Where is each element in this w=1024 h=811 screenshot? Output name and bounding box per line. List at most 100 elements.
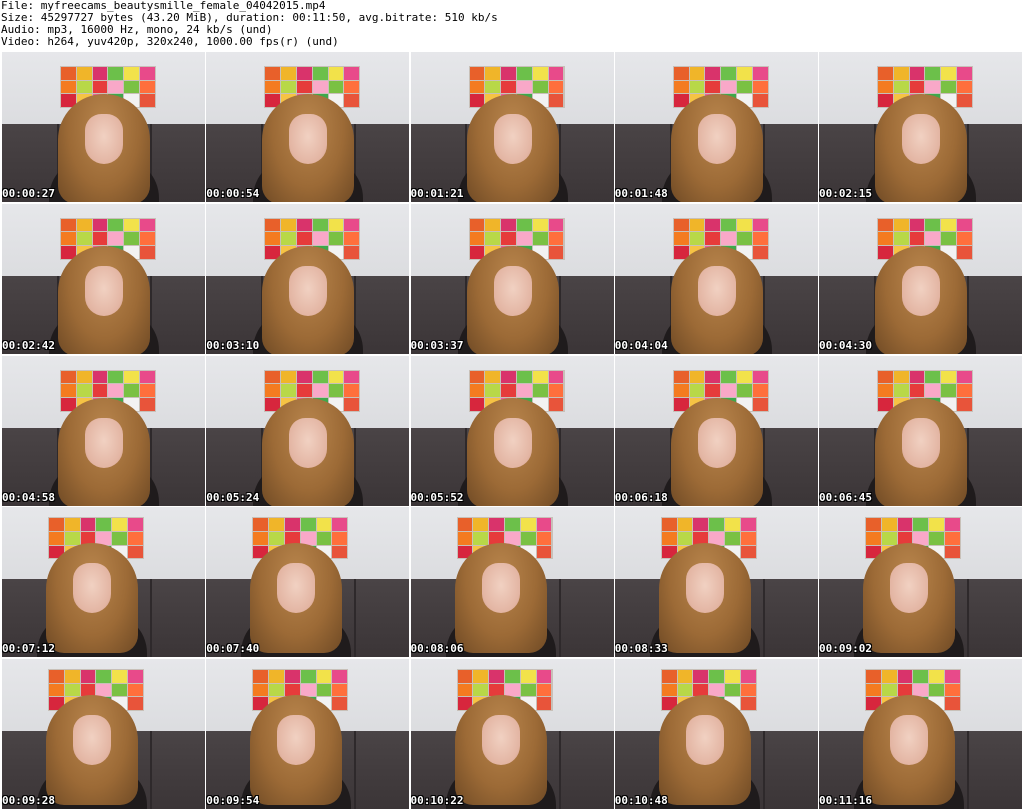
art-tile [92, 67, 108, 80]
art-tile [878, 80, 893, 94]
art-tile [737, 370, 752, 384]
art-tile [253, 518, 269, 531]
timestamp-label: 00:07:40 [206, 642, 260, 656]
video-thumbnail: 00:00:27 [2, 52, 205, 202]
art-tile [752, 94, 768, 107]
art-tile [76, 232, 92, 246]
art-tile [532, 218, 548, 232]
video-thumbnail: 00:02:15 [819, 52, 1022, 202]
art-tile [504, 518, 520, 531]
art-tile [140, 94, 155, 107]
video-thumbnail: 00:01:21 [410, 52, 614, 202]
art-tile [489, 670, 504, 683]
person-face [685, 563, 724, 614]
art-tile [740, 697, 756, 710]
art-tile [112, 531, 128, 545]
art-tile [269, 518, 284, 531]
art-tile [709, 683, 725, 697]
art-tile [909, 80, 925, 94]
art-tile [737, 218, 752, 232]
art-tile [140, 384, 155, 397]
art-tile [485, 80, 501, 94]
art-tile [76, 80, 92, 94]
art-tile [501, 80, 516, 94]
art-tile [64, 683, 80, 697]
art-tile [957, 246, 972, 259]
sofa-seam [762, 731, 765, 809]
timestamp-label: 00:08:06 [410, 642, 464, 656]
video-thumbnail: 00:09:28 [2, 659, 205, 809]
art-tile [737, 232, 752, 246]
art-tile [705, 232, 721, 246]
art-tile [536, 670, 552, 683]
art-tile [929, 683, 945, 697]
art-tile [532, 67, 548, 80]
art-tile [61, 80, 76, 94]
art-tile [124, 80, 140, 94]
person-face [890, 715, 928, 765]
art-tile [893, 218, 909, 232]
art-tile [536, 697, 552, 710]
art-tile [925, 232, 941, 246]
art-tile [536, 531, 552, 545]
art-tile [945, 531, 960, 545]
art-tile [281, 218, 296, 232]
art-tile [281, 370, 296, 384]
art-tile [925, 218, 941, 232]
person-face [289, 114, 328, 164]
art-tile [957, 370, 972, 384]
art-tile [721, 80, 737, 94]
art-tile [673, 80, 689, 94]
art-tile [473, 518, 489, 531]
sofa-seam [558, 731, 561, 809]
art-tile [328, 370, 344, 384]
art-tile [128, 670, 143, 683]
art-tile [296, 384, 312, 397]
art-tile [941, 67, 957, 80]
art-tile [112, 670, 128, 683]
art-tile [332, 531, 348, 545]
art-tile [265, 67, 281, 80]
art-tile [957, 67, 972, 80]
art-tile [548, 67, 564, 80]
art-tile [893, 384, 909, 397]
art-tile [941, 370, 957, 384]
art-tile [76, 370, 92, 384]
art-tile [913, 518, 929, 531]
art-tile [893, 370, 909, 384]
art-tile [532, 80, 548, 94]
art-tile [881, 670, 897, 683]
art-tile [49, 670, 64, 683]
art-tile [489, 518, 504, 531]
art-tile [328, 80, 344, 94]
art-tile [929, 518, 945, 531]
art-tile [128, 697, 143, 710]
art-tile [344, 384, 360, 397]
art-tile [92, 384, 108, 397]
art-tile [909, 384, 925, 397]
art-tile [296, 370, 312, 384]
person-face [289, 265, 328, 316]
art-tile [689, 384, 705, 397]
art-tile [689, 218, 705, 232]
art-tile [689, 67, 705, 80]
video-thumbnail: 00:00:54 [206, 52, 410, 202]
art-tile [504, 670, 520, 683]
art-tile [721, 384, 737, 397]
person-face [73, 563, 111, 614]
video-thumbnail: 00:08:33 [614, 507, 818, 658]
art-tile [945, 545, 960, 559]
person-face [493, 114, 532, 164]
video-thumbnail: 00:03:37 [410, 203, 614, 354]
art-tile [469, 67, 485, 80]
art-tile [124, 384, 140, 397]
art-tile [721, 232, 737, 246]
art-tile [677, 670, 693, 683]
art-tile [957, 384, 972, 397]
person-face [277, 563, 316, 614]
art-tile [61, 67, 76, 80]
art-tile [312, 218, 328, 232]
art-tile [96, 518, 112, 531]
art-tile [878, 232, 893, 246]
art-tile [693, 670, 709, 683]
